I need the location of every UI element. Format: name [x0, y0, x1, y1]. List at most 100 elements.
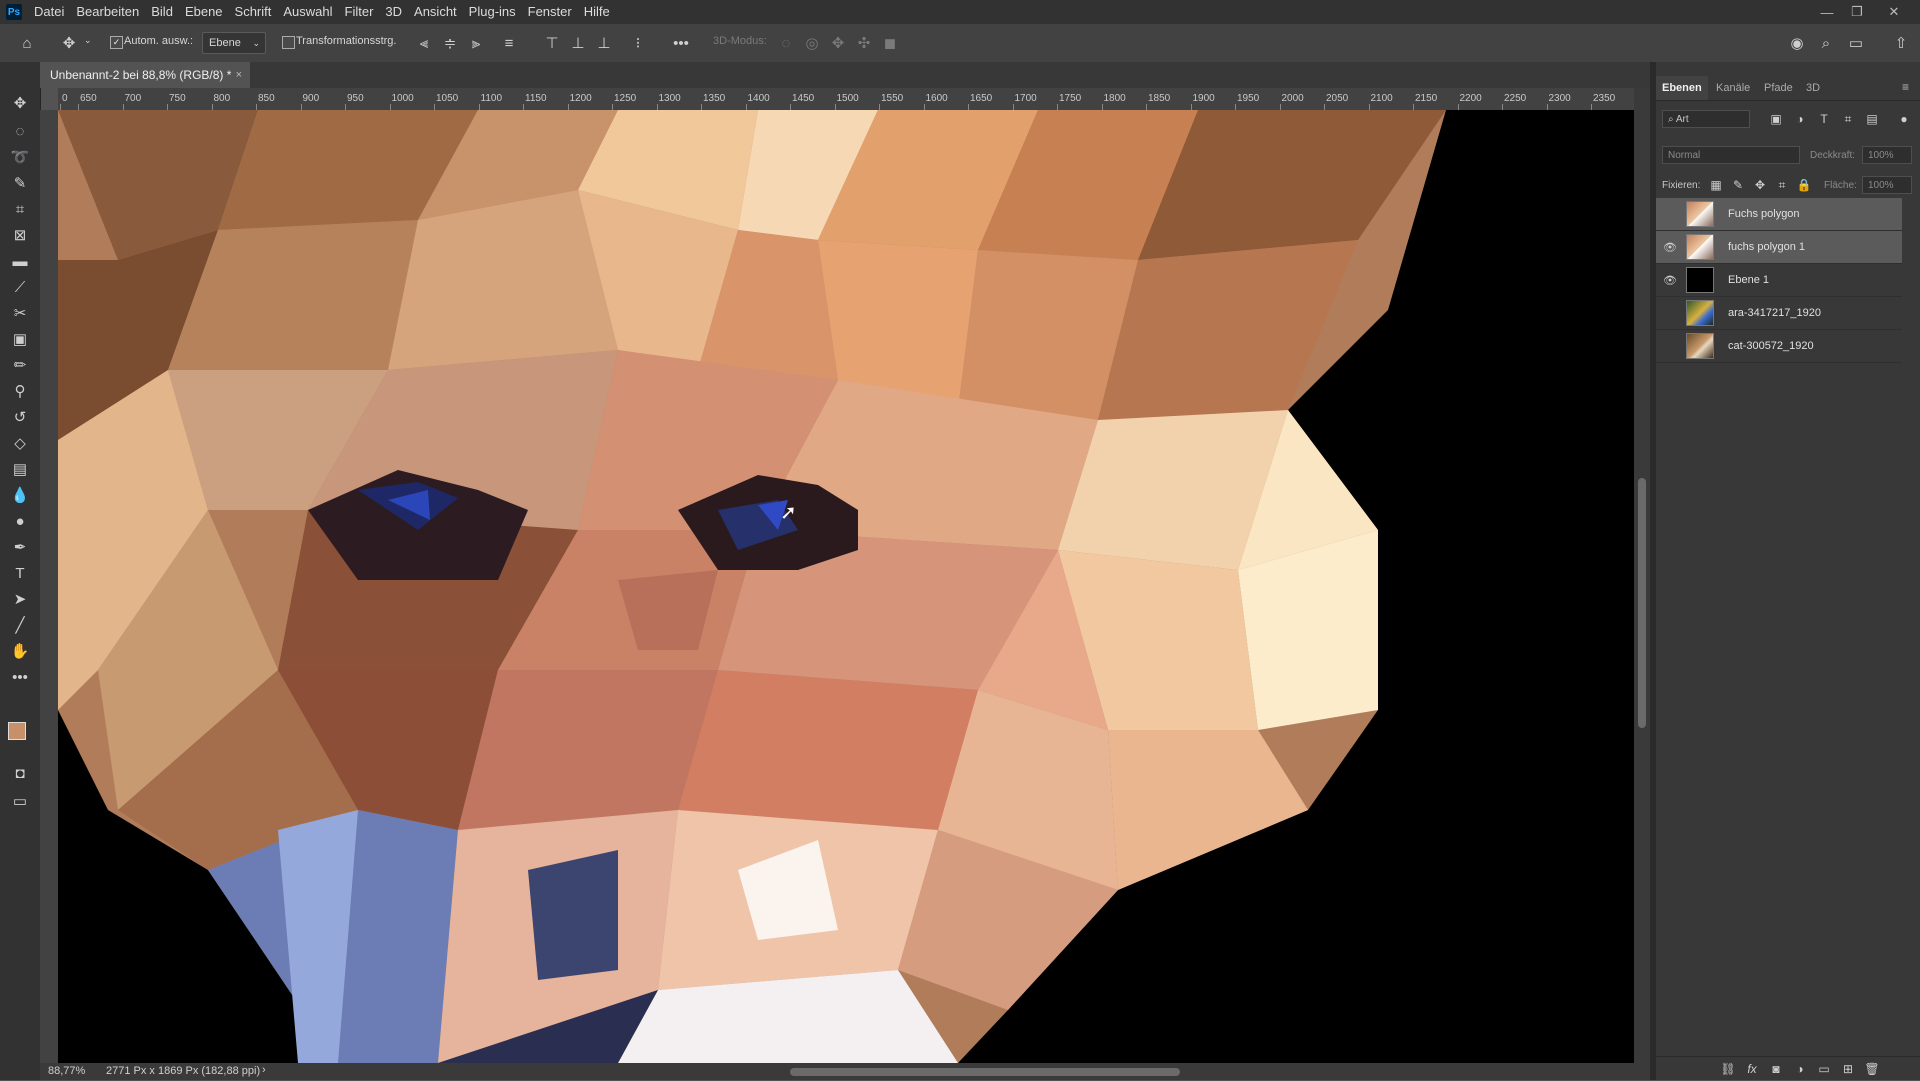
menu-filter[interactable]: Filter: [339, 0, 380, 24]
patch-tool-icon[interactable]: ▣: [8, 328, 32, 350]
menu-ansicht[interactable]: Ansicht: [408, 0, 463, 24]
crop-tool-icon[interactable]: ⌗: [8, 198, 32, 220]
menu-auswahl[interactable]: Auswahl: [277, 0, 338, 24]
layer-row-fuchs-polygon[interactable]: Fuchs polygon: [1656, 198, 1902, 231]
quick-selection-tool-icon[interactable]: ✎: [8, 172, 32, 194]
pen-tool-icon[interactable]: ✒: [8, 536, 32, 558]
filter-pixel-icon[interactable]: ▣: [1768, 111, 1784, 127]
new-layer-icon[interactable]: ⊞: [1840, 1061, 1856, 1077]
align-bottom-icon[interactable]: ⊥: [593, 32, 615, 54]
3d-camera-icon[interactable]: ◼: [879, 32, 901, 54]
3d-roll-icon[interactable]: ◎: [801, 32, 823, 54]
auto-select-target-dropdown[interactable]: Ebene ⌄: [202, 32, 266, 54]
status-menu-arrow[interactable]: ›: [262, 1064, 266, 1076]
layer-name[interactable]: cat-300572_1920: [1728, 330, 1814, 362]
close-window-icon[interactable]: ✕: [1880, 0, 1908, 24]
hand-tool-icon[interactable]: ✋: [8, 640, 32, 662]
menu-bearbeiten[interactable]: Bearbeiten: [70, 0, 145, 24]
tab-pfade[interactable]: Pfade: [1758, 76, 1799, 100]
visibility-toggle-off-icon[interactable]: [1662, 206, 1678, 222]
lock-image-pixels-icon[interactable]: ✎: [1730, 177, 1746, 193]
layer-name[interactable]: Ebene 1: [1728, 264, 1769, 296]
lock-position-icon[interactable]: ✥: [1752, 177, 1768, 193]
layer-name[interactable]: fuchs polygon 1: [1728, 231, 1805, 263]
lock-transparency-icon[interactable]: ▦: [1708, 177, 1724, 193]
horizontal-scroll-thumb[interactable]: [790, 1068, 1180, 1076]
blur-tool-icon[interactable]: 💧: [8, 484, 32, 506]
restore-icon[interactable]: ❐: [1843, 0, 1871, 24]
align-top-icon[interactable]: ⊤: [541, 32, 563, 54]
brush-tool-icon[interactable]: ✏: [8, 354, 32, 376]
add-mask-icon[interactable]: ◙: [1768, 1061, 1784, 1077]
preset-caret-icon[interactable]: ⌄: [84, 35, 92, 46]
zoom-level[interactable]: 88,77%: [48, 1065, 85, 1077]
eraser-tool-icon[interactable]: ◇: [8, 432, 32, 454]
menu-datei[interactable]: Datei: [28, 0, 70, 24]
move-tool-preset-icon[interactable]: ✥: [58, 32, 80, 54]
minimize-icon[interactable]: —: [1813, 0, 1841, 24]
layer-row-ara[interactable]: ara-3417217_1920: [1656, 297, 1902, 330]
layer-style-fx-icon[interactable]: fx: [1744, 1061, 1760, 1077]
move-tool-icon[interactable]: ✥: [8, 92, 32, 114]
type-tool-icon[interactable]: T: [8, 562, 32, 584]
eye-icon[interactable]: 👁: [1662, 272, 1678, 288]
menu-3d[interactable]: 3D: [379, 0, 408, 24]
opacity-input[interactable]: 100%: [1862, 146, 1912, 164]
link-layers-icon[interactable]: ⛓: [1720, 1061, 1736, 1077]
align-right-icon[interactable]: ⫸: [465, 32, 487, 54]
layer-filter-kind-dropdown[interactable]: ⌕ Art: [1662, 110, 1750, 128]
menu-fenster[interactable]: Fenster: [522, 0, 578, 24]
3d-orbit-icon[interactable]: ◌: [775, 32, 797, 54]
path-selection-tool-icon[interactable]: ➤: [8, 588, 32, 610]
home-icon[interactable]: ⌂: [16, 32, 38, 54]
eyedropper-tool-icon[interactable]: ⟋: [8, 276, 32, 298]
align-vertical-center-icon[interactable]: ⊥: [567, 32, 589, 54]
eye-icon[interactable]: 👁: [1662, 239, 1678, 255]
clone-stamp-tool-icon[interactable]: ⚲: [8, 380, 32, 402]
foreground-color-swatch[interactable]: [8, 722, 26, 740]
marquee-tool-icon[interactable]: ◌: [8, 120, 32, 142]
vertical-ruler[interactable]: [40, 110, 59, 1063]
blend-mode-dropdown[interactable]: Normal: [1662, 146, 1800, 164]
visibility-toggle-off-icon[interactable]: [1662, 305, 1678, 321]
filter-type-icon[interactable]: T: [1816, 111, 1832, 127]
visibility-toggle-off-icon[interactable]: [1662, 338, 1678, 354]
filter-shape-icon[interactable]: ⌗: [1840, 111, 1856, 127]
horizontal-ruler[interactable]: 0 650 700 750 800 850 900 950 1000 1050 1100 1150 12…: [58, 88, 1634, 111]
filter-smart-object-icon[interactable]: ▤: [1864, 111, 1880, 127]
ruler-tool-icon[interactable]: ▬: [8, 250, 32, 272]
gradient-tool-icon[interactable]: ▤: [8, 458, 32, 480]
line-tool-icon[interactable]: ╱: [8, 614, 32, 636]
menu-schrift[interactable]: Schrift: [229, 0, 278, 24]
tab-kanaele[interactable]: Kanäle: [1710, 76, 1756, 100]
document-canvas[interactable]: ➚: [58, 110, 1634, 1063]
layer-row-fuchs-polygon-1[interactable]: 👁 fuchs polygon 1: [1656, 231, 1902, 264]
share-user-icon[interactable]: ◉: [1786, 32, 1808, 54]
lasso-tool-icon[interactable]: ➰: [8, 146, 32, 168]
photoshop-logo[interactable]: Ps: [6, 4, 22, 20]
layer-name[interactable]: ara-3417217_1920: [1728, 297, 1821, 329]
more-options-icon[interactable]: •••: [670, 32, 692, 54]
align-left-icon[interactable]: ⫷: [413, 32, 435, 54]
history-brush-tool-icon[interactable]: ↺: [8, 406, 32, 428]
scissors-tool-icon[interactable]: ✂: [8, 302, 32, 324]
layer-row-cat[interactable]: cat-300572_1920: [1656, 330, 1902, 363]
new-adjustment-layer-icon[interactable]: ◑: [1792, 1061, 1808, 1077]
3d-slide-icon[interactable]: ✣: [853, 32, 875, 54]
3d-pan-icon[interactable]: ✥: [827, 32, 849, 54]
fill-input[interactable]: 100%: [1862, 176, 1912, 194]
menu-hilfe[interactable]: Hilfe: [578, 0, 616, 24]
delete-layer-icon[interactable]: 🗑: [1864, 1061, 1880, 1077]
tab-3d[interactable]: 3D: [1800, 76, 1826, 100]
menu-ebene[interactable]: Ebene: [179, 0, 229, 24]
close-tab-icon[interactable]: ×: [236, 62, 242, 88]
lock-all-icon[interactable]: 🔒: [1796, 177, 1812, 193]
frame-tool-icon[interactable]: ⊠: [8, 224, 32, 246]
screen-mode-icon[interactable]: ▭: [8, 790, 32, 812]
new-group-icon[interactable]: ▭: [1816, 1061, 1832, 1077]
align-horizontal-center-icon[interactable]: ≑: [439, 32, 461, 54]
quick-mask-icon[interactable]: ◘: [8, 762, 32, 784]
auto-select-checkbox[interactable]: ✓: [110, 36, 123, 49]
filter-adjustment-icon[interactable]: ◑: [1792, 111, 1808, 127]
layer-name[interactable]: Fuchs polygon: [1728, 198, 1800, 230]
